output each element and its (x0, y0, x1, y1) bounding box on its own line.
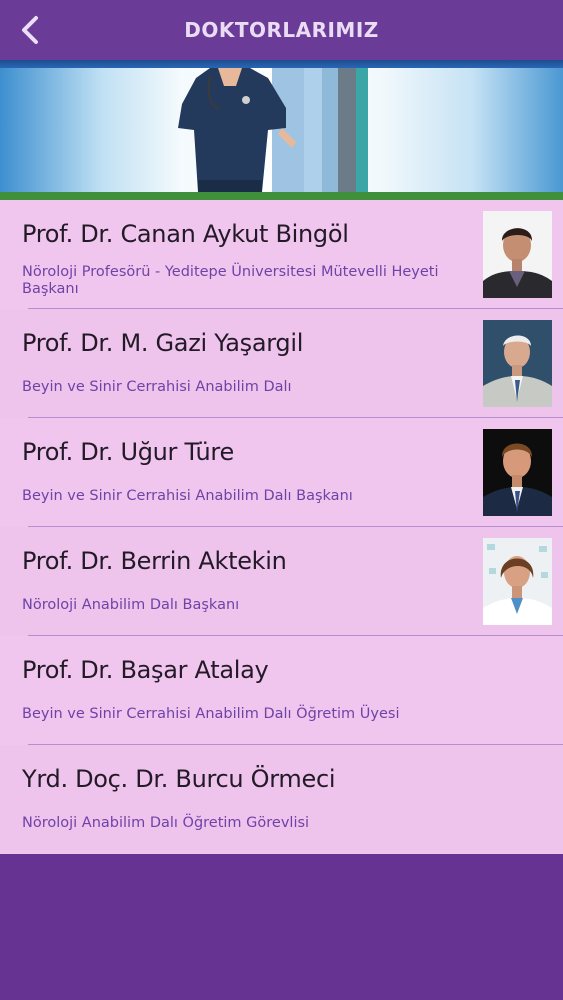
page-title: DOKTORLARIMIZ (184, 18, 379, 42)
doctor-title: Beyin ve Sinir Cerrahisi Anabilim Dalı (22, 379, 292, 395)
doctor-title: Nöroloji Anabilim Dalı Öğretim Görevlisi (22, 815, 310, 831)
doctor-title: Beyin ve Sinir Cerrahisi Anabilim Dalı B… (22, 488, 353, 504)
list-item[interactable]: Prof. Dr. M. Gazi Yaşargil Beyin ve Sini… (0, 309, 563, 418)
banner-accent-stripe (0, 192, 563, 200)
doctor-photo (483, 429, 552, 516)
header-stripe (0, 60, 563, 68)
list-item[interactable]: Prof. Dr. Uğur Türe Beyin ve Sinir Cerra… (0, 418, 563, 527)
doctor-name: Prof. Dr. Canan Aykut Bingöl (22, 220, 349, 248)
doctor-list: Prof. Dr. Canan Aykut Bingöl Nöroloji Pr… (0, 200, 563, 854)
doctor-name: Prof. Dr. M. Gazi Yaşargil (22, 329, 304, 357)
doctor-photo (483, 320, 552, 407)
doctor-title: Nöroloji Anabilim Dalı Başkanı (22, 597, 240, 613)
doctor-name: Yrd. Doç. Dr. Burcu Örmeci (22, 765, 336, 793)
app-header: DOKTORLARIMIZ (0, 0, 563, 60)
chevron-left-icon (22, 16, 38, 44)
doctor-name: Prof. Dr. Başar Atalay (22, 656, 269, 684)
banner-image (0, 68, 563, 192)
list-item[interactable]: Yrd. Doç. Dr. Burcu Örmeci Nöroloji Anab… (0, 745, 563, 854)
doctor-title: Nöroloji Profesörü - Yeditepe Üniversite… (22, 264, 439, 297)
list-item[interactable]: Prof. Dr. Canan Aykut Bingöl Nöroloji Pr… (0, 200, 563, 309)
doctor-photo (483, 538, 552, 625)
list-item[interactable]: Prof. Dr. Başar Atalay Beyin ve Sinir Ce… (0, 636, 563, 745)
back-button[interactable] (10, 10, 50, 50)
doctor-name: Prof. Dr. Berrin Aktekin (22, 547, 287, 575)
doctor-title: Beyin ve Sinir Cerrahisi Anabilim Dalı Ö… (22, 706, 400, 722)
medical-staff-illustration (178, 68, 368, 192)
list-item[interactable]: Prof. Dr. Berrin Aktekin Nöroloji Anabil… (0, 527, 563, 636)
doctor-name: Prof. Dr. Uğur Türe (22, 438, 234, 466)
doctor-photo (483, 211, 552, 298)
